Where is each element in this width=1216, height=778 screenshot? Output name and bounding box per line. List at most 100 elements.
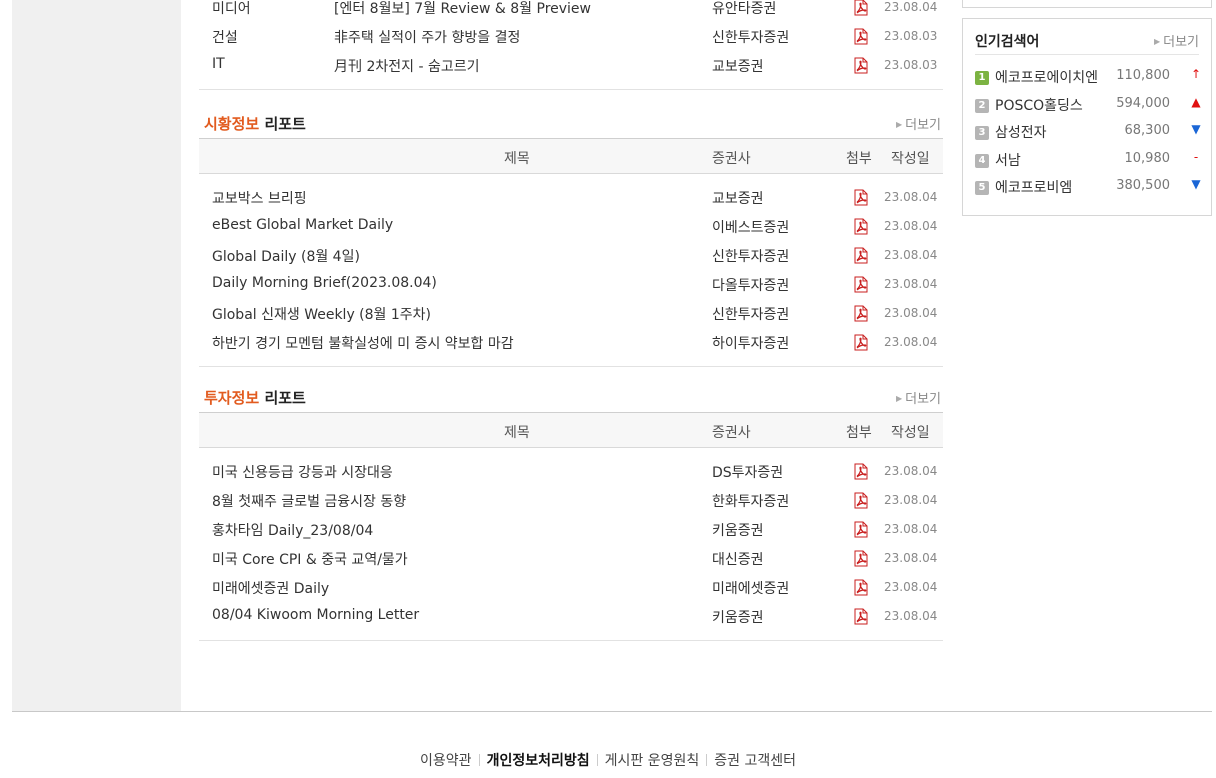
header-date: 작성일 — [891, 425, 930, 441]
section-title-accent: 투자정보 — [204, 389, 260, 407]
list-item[interactable]: eBest Global Market Daily 이베스트증권 23.08.04 — [199, 215, 943, 244]
report-broker: 신한투자증권 — [712, 249, 790, 265]
report-title-link[interactable]: 非주택 실적이 주가 향방을 결정 — [334, 27, 520, 47]
popular-keyword-item[interactable]: 5 에코프로비엠 380,500 ▼ — [975, 177, 1203, 205]
list-item[interactable]: Global 신재생 Weekly (8월 1주차) 신한투자증권 23.08.04 — [199, 302, 943, 331]
trend-upper-limit-icon: ↑ — [1190, 67, 1202, 81]
popular-keyword-item[interactable]: 3 삼성전자 68,300 ▼ — [975, 122, 1203, 150]
report-title-link[interactable]: 月刊 2차전지 - 숨고르기 — [334, 56, 479, 76]
popular-keyword-item[interactable]: 2 POSCO홀딩스 594,000 ▲ — [975, 95, 1203, 123]
header-date: 작성일 — [891, 151, 930, 167]
table-header: 제목 증권사 첨부 작성일 — [199, 412, 943, 448]
invest-report-section: 투자정보 리포트 ▶ 더보기 제목 증권사 첨부 작성일 미국 신용등급 강등과 … — [199, 387, 943, 641]
divider — [199, 89, 943, 90]
keyword-link[interactable]: 에코프로비엠 — [995, 177, 1105, 197]
popular-more-link[interactable]: ▶ 더보기 — [1154, 31, 1199, 50]
list-item[interactable]: 교보박스 브리핑 교보증권 23.08.04 — [199, 186, 943, 215]
pdf-icon[interactable] — [852, 189, 870, 206]
rank-badge: 4 — [975, 153, 989, 168]
keyword-link[interactable]: 에코프로에이치엔 — [995, 67, 1105, 87]
section-title-rest: 리포트 — [264, 389, 306, 407]
report-date: 23.08.04 — [884, 248, 938, 262]
pdf-icon[interactable] — [852, 305, 870, 322]
list-item[interactable]: Daily Morning Brief(2023.08.04) 다올투자증권 23.… — [199, 273, 943, 302]
report-list: 미국 신용등급 강등과 시장대응 DS투자증권 23.08.04 8월 첫째주 글로벌… — [199, 448, 943, 641]
pdf-icon[interactable] — [852, 57, 870, 74]
report-title-link[interactable]: 홍차타임 Daily_23/08/04 — [212, 520, 373, 540]
stock-price: 110,800 — [1116, 68, 1170, 83]
report-title-link[interactable]: 미국 Core CPI & 중국 교역/물가 — [212, 549, 408, 569]
trend-flat-icon: - — [1193, 149, 1199, 164]
report-date: 23.08.04 — [884, 551, 938, 565]
header-broker: 증권사 — [712, 151, 751, 167]
report-date: 23.08.04 — [884, 277, 938, 291]
list-item[interactable]: 미디어 [엔터 8월보] 7월 Review & 8월 Preview 유안타증권 2… — [199, 0, 943, 25]
list-item[interactable]: 미국 신용등급 강등과 시장대응 DS투자증권 23.08.04 — [199, 460, 943, 489]
pdf-icon[interactable] — [852, 521, 870, 538]
list-item[interactable]: 08/04 Kiwoom Morning Letter 키움증권 23.08.04 — [199, 605, 943, 634]
more-link[interactable]: ▶ 더보기 — [896, 114, 941, 133]
report-date: 23.08.04 — [884, 609, 938, 623]
popular-keywords-box: 인기검색어 ▶ 더보기 1 에코프로에이치엔 110,800 ↑ 2 POSCO홀딩스 594… — [962, 18, 1212, 216]
rank-badge: 1 — [975, 71, 989, 85]
pdf-icon[interactable] — [852, 463, 870, 480]
list-item[interactable]: IT 月刊 2차전지 - 숨고르기 교보증권 23.08.03 — [199, 54, 943, 83]
pdf-icon[interactable] — [852, 28, 870, 45]
pdf-icon[interactable] — [852, 492, 870, 509]
report-title-link[interactable]: 교보박스 브리핑 — [212, 188, 307, 208]
report-broker: 한화투자증권 — [712, 494, 790, 510]
more-link[interactable]: ▶ 더보기 — [896, 388, 941, 407]
report-title-link[interactable]: Global Daily (8월 4일) — [212, 246, 360, 266]
report-title-link[interactable]: [엔터 8월보] 7월 Review & 8월 Preview — [334, 0, 591, 18]
popular-keyword-item[interactable]: 1 에코프로에이치엔 110,800 ↑ — [975, 67, 1203, 95]
report-broker: 키움증권 — [712, 523, 764, 539]
customer-center-link[interactable]: 증권 고객센터 — [714, 753, 796, 769]
list-item[interactable]: 8월 첫째주 글로벌 금융시장 동향 한화투자증권 23.08.04 — [199, 489, 943, 518]
report-title-link[interactable]: 하반기 경기 모멘텀 불확실성에 미 증시 약보합 마감 — [212, 333, 514, 353]
pdf-icon[interactable] — [852, 0, 870, 16]
keyword-link[interactable]: POSCO홀딩스 — [995, 95, 1105, 115]
list-item[interactable]: 미래에셋증권 Daily 미래에셋증권 23.08.04 — [199, 576, 943, 605]
report-title-link[interactable]: Global 신재생 Weekly (8월 1주차) — [212, 304, 431, 324]
report-broker: 신한투자증권 — [712, 30, 790, 46]
pdf-icon[interactable] — [852, 550, 870, 567]
report-broker: 이베스트증권 — [712, 220, 790, 236]
popular-keyword-item[interactable]: 4 서남 10,980 - — [975, 150, 1203, 178]
report-title-link[interactable]: 08/04 Kiwoom Morning Letter — [212, 607, 419, 623]
list-item[interactable]: 미국 Core CPI & 중국 교역/물가 대신증권 23.08.04 — [199, 547, 943, 576]
pdf-icon[interactable] — [852, 247, 870, 264]
report-title-link[interactable]: eBest Global Market Daily — [212, 217, 393, 233]
pdf-icon[interactable] — [852, 608, 870, 625]
report-date: 23.08.03 — [884, 58, 938, 72]
report-title-link[interactable]: 미래에셋증권 Daily — [212, 578, 329, 598]
keyword-link[interactable]: 서남 — [995, 150, 1105, 170]
report-broker: 교보증권 — [712, 191, 764, 207]
privacy-link[interactable]: 개인정보처리방침 — [487, 753, 590, 769]
terms-link[interactable]: 이용약관 — [420, 753, 472, 769]
divider — [199, 640, 943, 641]
list-item[interactable]: 홍차타임 Daily_23/08/04 키움증권 23.08.04 — [199, 518, 943, 547]
pdf-icon[interactable] — [852, 276, 870, 293]
pdf-icon[interactable] — [852, 218, 870, 235]
report-title-link[interactable]: 미국 신용등급 강등과 시장대응 — [212, 462, 393, 482]
stock-price: 68,300 — [1124, 123, 1171, 138]
report-title-link[interactable]: 8월 첫째주 글로벌 금융시장 동향 — [212, 491, 406, 511]
report-broker: 하이투자증권 — [712, 336, 790, 352]
report-date: 23.08.04 — [884, 464, 938, 478]
report-list: 교보박스 브리핑 교보증권 23.08.04 eBest Global Market … — [199, 174, 943, 367]
report-date: 23.08.04 — [884, 0, 938, 14]
list-item[interactable]: 건설 非주택 실적이 주가 향방을 결정 신한투자증권 23.08.03 — [199, 25, 943, 54]
report-broker: 신한투자증권 — [712, 307, 790, 323]
list-item[interactable]: Global Daily (8월 4일) 신한투자증권 23.08.04 — [199, 244, 943, 273]
pdf-icon[interactable] — [852, 334, 870, 351]
separator — [478, 754, 480, 766]
footer-divider — [12, 711, 1212, 712]
trend-up-icon: ▲ — [1191, 94, 1201, 109]
report-broker: 미래에셋증권 — [712, 581, 790, 597]
board-policy-link[interactable]: 게시판 운영원칙 — [605, 753, 700, 769]
pdf-icon[interactable] — [852, 579, 870, 596]
popular-list: 1 에코프로에이치엔 110,800 ↑ 2 POSCO홀딩스 594,000 ▲ 3 삼성전자 6… — [975, 67, 1203, 205]
keyword-link[interactable]: 삼성전자 — [995, 122, 1105, 142]
list-item[interactable]: 하반기 경기 모멘텀 불확실성에 미 증시 약보합 마감 하이투자증권 23.08.… — [199, 331, 943, 360]
report-title-link[interactable]: Daily Morning Brief(2023.08.04) — [212, 275, 437, 291]
